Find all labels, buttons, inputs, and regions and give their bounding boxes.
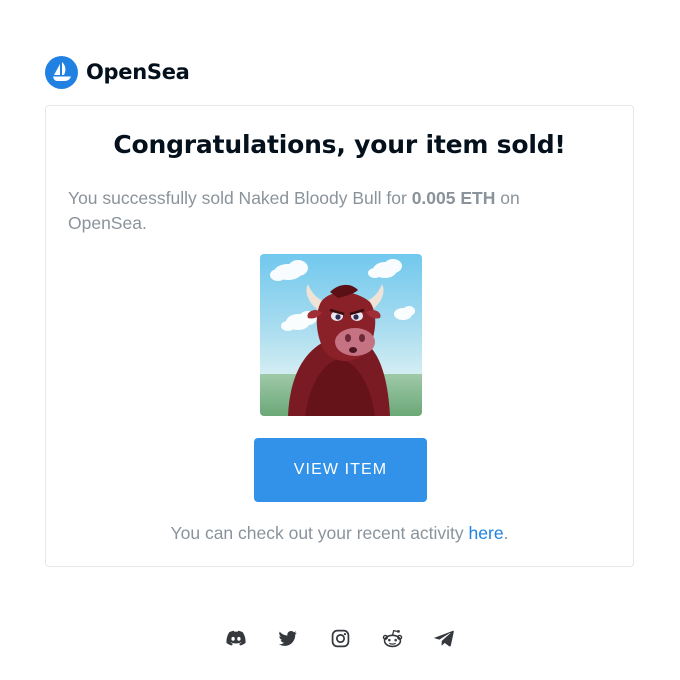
activity-prefix: You can check out your recent activity xyxy=(170,523,469,543)
nft-image[interactable] xyxy=(260,254,422,416)
view-item-button[interactable]: VIEW ITEM xyxy=(254,438,427,502)
sailboat-icon xyxy=(45,55,78,89)
sale-message: You successfully sold Naked Bloody Bull … xyxy=(68,186,573,236)
twitter-icon[interactable] xyxy=(276,627,300,649)
message-prefix: You successfully sold Naked Bloody Bull … xyxy=(68,188,412,208)
sale-notification-card: Congratulations, your item sold! You suc… xyxy=(45,105,634,567)
brand-name: OpenSea xyxy=(86,60,190,84)
reddit-icon[interactable] xyxy=(380,627,404,649)
activity-note: You can check out your recent activity h… xyxy=(46,523,633,544)
telegram-icon[interactable] xyxy=(432,627,456,649)
social-links xyxy=(0,627,680,649)
brand-header[interactable]: OpenSea xyxy=(45,55,190,89)
notification-title: Congratulations, your item sold! xyxy=(113,130,566,159)
discord-icon[interactable] xyxy=(224,627,248,649)
instagram-icon[interactable] xyxy=(328,627,352,649)
sale-price: 0.005 ETH xyxy=(411,188,496,208)
activity-link[interactable]: here xyxy=(469,523,504,543)
activity-suffix: . xyxy=(503,523,509,543)
